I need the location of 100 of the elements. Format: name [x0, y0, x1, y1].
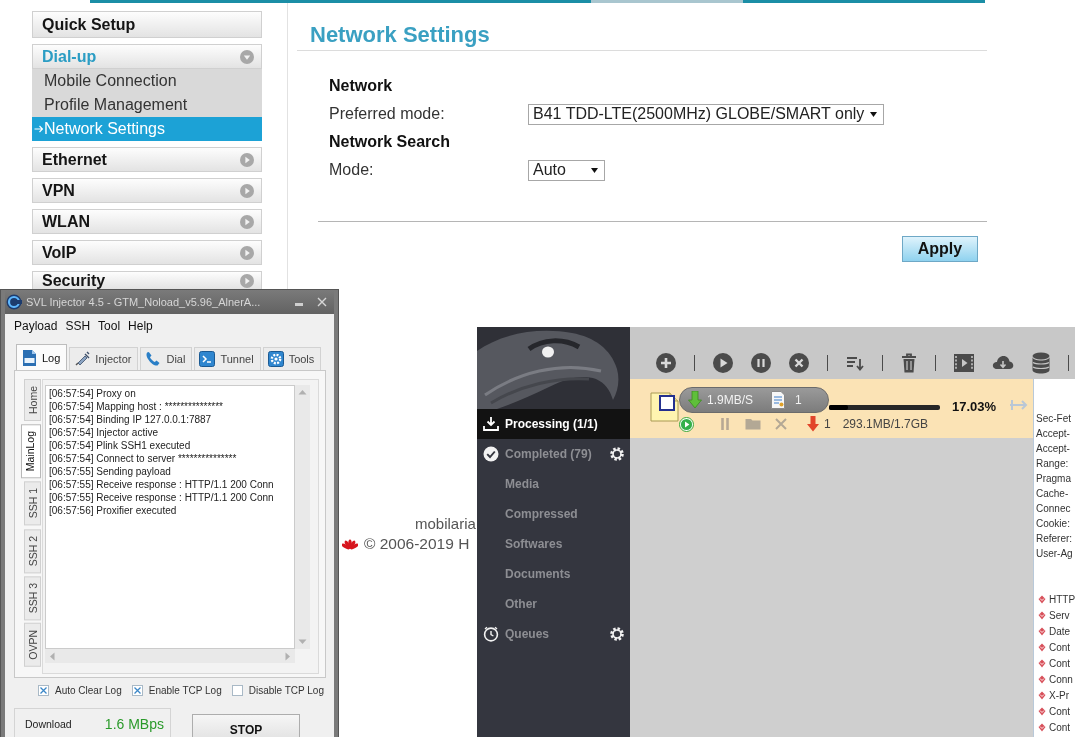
tab[interactable]: Tunnel [194, 347, 261, 370]
progress-percent: 17.03% [952, 398, 997, 414]
checkbox-label[interactable]: Disable TCP Log [248, 684, 324, 696]
checkbox[interactable] [38, 684, 49, 696]
menu-item[interactable]: Tool [98, 319, 121, 333]
stop-button[interactable]: STOP [192, 714, 300, 737]
sidebar-item[interactable]: Media [477, 469, 630, 499]
section-heading: Network Search [329, 133, 450, 151]
play-icon[interactable] [679, 416, 694, 432]
section-heading: Network [329, 77, 393, 95]
caret-icon [591, 167, 598, 173]
side-tab[interactable]: MainLog [21, 424, 41, 479]
file-icon [650, 390, 679, 422]
menu-item[interactable]: Ethernet [32, 147, 262, 172]
tab[interactable]: Dial [140, 347, 193, 370]
log-line: [06:57:56] Proxifier executed [49, 504, 178, 517]
download-speed: 1.6 MBps [104, 716, 164, 732]
header-line: User-Ag [1035, 547, 1074, 561]
tab[interactable]: Tools [262, 347, 322, 370]
sidebar-item[interactable]: Completed (79) [477, 439, 630, 469]
database-icon[interactable] [1032, 352, 1050, 374]
log-line: [06:57:54] Proxy on [49, 387, 137, 400]
side-tab[interactable]: Home [24, 379, 41, 421]
diamond-arrow-icon [1038, 722, 1046, 732]
settings-icon[interactable] [609, 446, 625, 462]
header-line: Cont [1049, 657, 1071, 669]
dropdown[interactable]: B41 TDD-LTE(2500MHz) GLOBE/SMART only [528, 103, 885, 125]
checkbox-label[interactable]: Enable TCP Log [148, 684, 222, 696]
settings-icon[interactable] [609, 626, 625, 642]
arrow-icon [34, 125, 44, 133]
header-line: Serv [1049, 609, 1070, 621]
diamond-arrow-icon [1038, 594, 1046, 604]
side-tab[interactable]: SSH 2 [24, 528, 41, 573]
clock-icon [483, 626, 499, 642]
sidebar-item[interactable]: Processing (1/1) [477, 409, 630, 439]
log-line: [06:57:54] Plink SSH1 executed [49, 439, 192, 452]
header-line: Cont [1049, 721, 1071, 733]
menu-item[interactable]: Quick Setup [32, 11, 262, 38]
sidebar-item[interactable]: Softwares [477, 529, 630, 559]
check-circle-icon [483, 446, 499, 462]
menu-item[interactable]: VPN [32, 178, 262, 203]
submenu-item[interactable]: Mobile Connection [32, 69, 262, 93]
field-label: Mode: [329, 161, 374, 179]
header-line: Cont [1049, 705, 1071, 717]
tab[interactable]: Log [16, 344, 68, 370]
side-tab[interactable]: SSH 1 [24, 481, 41, 526]
header-line: Date [1049, 625, 1071, 637]
submenu-item[interactable]: Profile Management [32, 93, 262, 117]
play-icon[interactable] [713, 353, 733, 373]
menu-item[interactable]: SSH [65, 319, 91, 333]
header-line: Accept- [1035, 442, 1071, 456]
header-line: X-Pr [1049, 689, 1069, 701]
app-logo-icon [6, 294, 22, 310]
menu-item[interactable]: Security [32, 271, 262, 289]
checkbox[interactable] [131, 684, 143, 696]
pause-icon[interactable] [751, 353, 771, 373]
checkbox-label[interactable]: Auto Clear Log [55, 684, 122, 696]
apply-button[interactable]: Apply [902, 236, 978, 262]
size-text: 293.1MB/1.7GB [842, 417, 929, 431]
download-item[interactable]: 1.9MB/S 1 17.03% 1 293.1MB/1.7GB [630, 379, 1033, 438]
sidebar-item[interactable]: Other [477, 589, 630, 619]
add-icon[interactable] [656, 353, 676, 373]
tab[interactable]: Injector [69, 347, 139, 370]
sort-icon[interactable] [846, 355, 864, 371]
document-icon [21, 349, 37, 366]
sidebar-item[interactable]: Queues [477, 619, 630, 649]
download-arrow-icon [807, 416, 819, 432]
arrow-up-icon [298, 389, 307, 395]
diamond-arrow-icon [1038, 690, 1046, 700]
menu-item[interactable]: Help [128, 319, 153, 333]
checkbox[interactable] [231, 684, 243, 696]
speed-text: 1.9MB/S [707, 393, 754, 407]
dropdown[interactable]: Auto [528, 159, 605, 181]
header-line: Conn [1049, 673, 1073, 685]
sidebar-item[interactable]: Documents [477, 559, 630, 589]
minimize-icon[interactable] [295, 302, 303, 306]
diamond-arrow-icon [1038, 626, 1046, 636]
cloud-download-icon[interactable] [992, 354, 1014, 372]
sidebar-item[interactable]: Compressed [477, 499, 630, 529]
menu-item[interactable]: VoIP [32, 240, 262, 265]
header-line: Range: [1035, 457, 1070, 471]
document-icon [771, 391, 786, 409]
vertical-scrollbar[interactable] [295, 385, 310, 650]
horizontal-scrollbar[interactable] [45, 649, 295, 663]
side-tab[interactable]: OVPN [24, 623, 41, 668]
side-tab[interactable]: SSH 3 [24, 576, 41, 621]
header-line: Accept- [1035, 427, 1071, 441]
page-title: Network Settings [297, 3, 987, 51]
film-icon[interactable] [954, 353, 974, 373]
x-circle-icon[interactable] [789, 353, 809, 373]
menu-item[interactable]: WLAN [32, 209, 262, 234]
close-icon[interactable] [317, 297, 327, 307]
download-arrow-icon [688, 391, 702, 409]
header-line: Referer: [1035, 532, 1074, 546]
menu-item[interactable]: Payload [14, 319, 58, 333]
trash-icon[interactable] [901, 353, 917, 373]
copyright-text: © 2006-2019 H [364, 535, 470, 553]
diamond-arrow-icon [1038, 642, 1046, 652]
header-line: Cache- [1035, 487, 1070, 501]
download-tray-icon [483, 416, 499, 432]
